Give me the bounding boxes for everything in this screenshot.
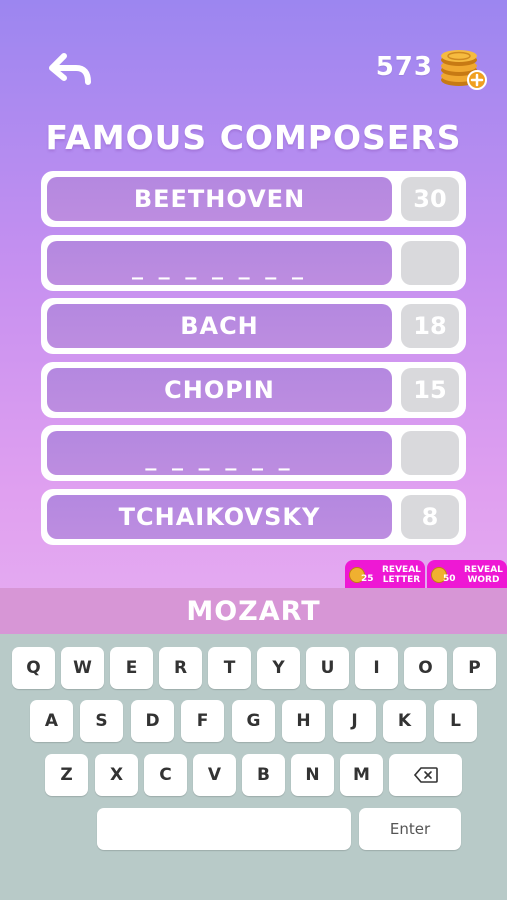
enter-key[interactable]: Enter [359,808,461,850]
reveal-word-label: Reveal [464,565,503,575]
answer-score [401,240,459,285]
key-l[interactable]: L [434,700,477,742]
reveal-letter-label-2: Letter [382,575,421,585]
guess-input-display: Mozart [0,588,507,634]
key-i[interactable]: I [355,647,398,689]
category-title: Famous Composers [45,118,462,157]
key-h[interactable]: H [282,700,325,742]
game-area: 573 Famous Composers Beethoven 30 _ _ _ … [0,0,507,590]
key-a[interactable]: A [30,700,73,742]
answer-row: Tchaikovsky 8 [41,488,466,545]
key-w[interactable]: W [61,647,104,689]
answer-word: Tchaikovsky [47,494,392,539]
answer-score: 30 [401,177,459,221]
key-m[interactable]: M [340,754,383,796]
coin-count: 573 [375,52,433,82]
key-r[interactable]: R [159,647,202,689]
answer-word: Chopin [47,367,392,412]
key-q[interactable]: Q [12,647,55,689]
reveal-letter-label: Reveal [382,565,421,575]
answer-score: 15 [401,367,459,412]
answer-row: Beethoven 30 [41,171,466,227]
key-v[interactable]: V [193,754,236,796]
key-y[interactable]: Y [257,647,300,689]
answer-score: 8 [401,494,459,539]
answer-word-hidden: _ _ _ _ _ _ _ [47,240,392,285]
key-j[interactable]: J [333,700,376,742]
key-x[interactable]: X [95,754,138,796]
answer-score [401,431,459,475]
answer-row: _ _ _ _ _ _ _ [41,234,466,291]
answer-word: Bach [47,304,392,348]
key-g[interactable]: G [232,700,275,742]
answer-word-hidden: _ _ _ _ _ _ [47,431,392,475]
key-k[interactable]: K [383,700,426,742]
answer-row: Bach 18 [41,298,466,354]
answer-row: _ _ _ _ _ _ [41,425,466,481]
back-button[interactable] [44,50,94,90]
reveal-word-button[interactable]: 50 Reveal Word [427,560,507,590]
key-c[interactable]: C [144,754,187,796]
reveal-word-label-2: Word [467,575,500,585]
back-arrow-icon [49,53,91,85]
space-key[interactable] [97,808,351,850]
answer-word: Beethoven [47,177,392,221]
key-b[interactable]: B [242,754,285,796]
reveal-word-cost: 50 [443,574,456,584]
backspace-icon [413,767,438,783]
reveal-letter-cost: 25 [361,574,374,584]
key-p[interactable]: P [453,647,496,689]
coin-stack-icon [439,44,489,90]
key-d[interactable]: D [131,700,174,742]
key-u[interactable]: U [306,647,349,689]
backspace-key[interactable] [389,754,462,796]
key-e[interactable]: E [110,647,153,689]
reveal-letter-button[interactable]: 25 Reveal Letter [345,560,425,590]
answer-list: Beethoven 30 _ _ _ _ _ _ _ Bach 18 Chopi… [41,171,466,552]
key-t[interactable]: T [208,647,251,689]
key-s[interactable]: S [80,700,123,742]
key-o[interactable]: O [404,647,447,689]
answer-score: 18 [401,304,459,348]
key-n[interactable]: N [291,754,334,796]
key-z[interactable]: Z [45,754,88,796]
answer-row: Chopin 15 [41,361,466,418]
keyboard: Q W E R T Y U I O P A S D F G H J K L Z … [0,634,507,900]
coin-balance[interactable]: 573 [376,44,489,90]
key-f[interactable]: F [181,700,224,742]
